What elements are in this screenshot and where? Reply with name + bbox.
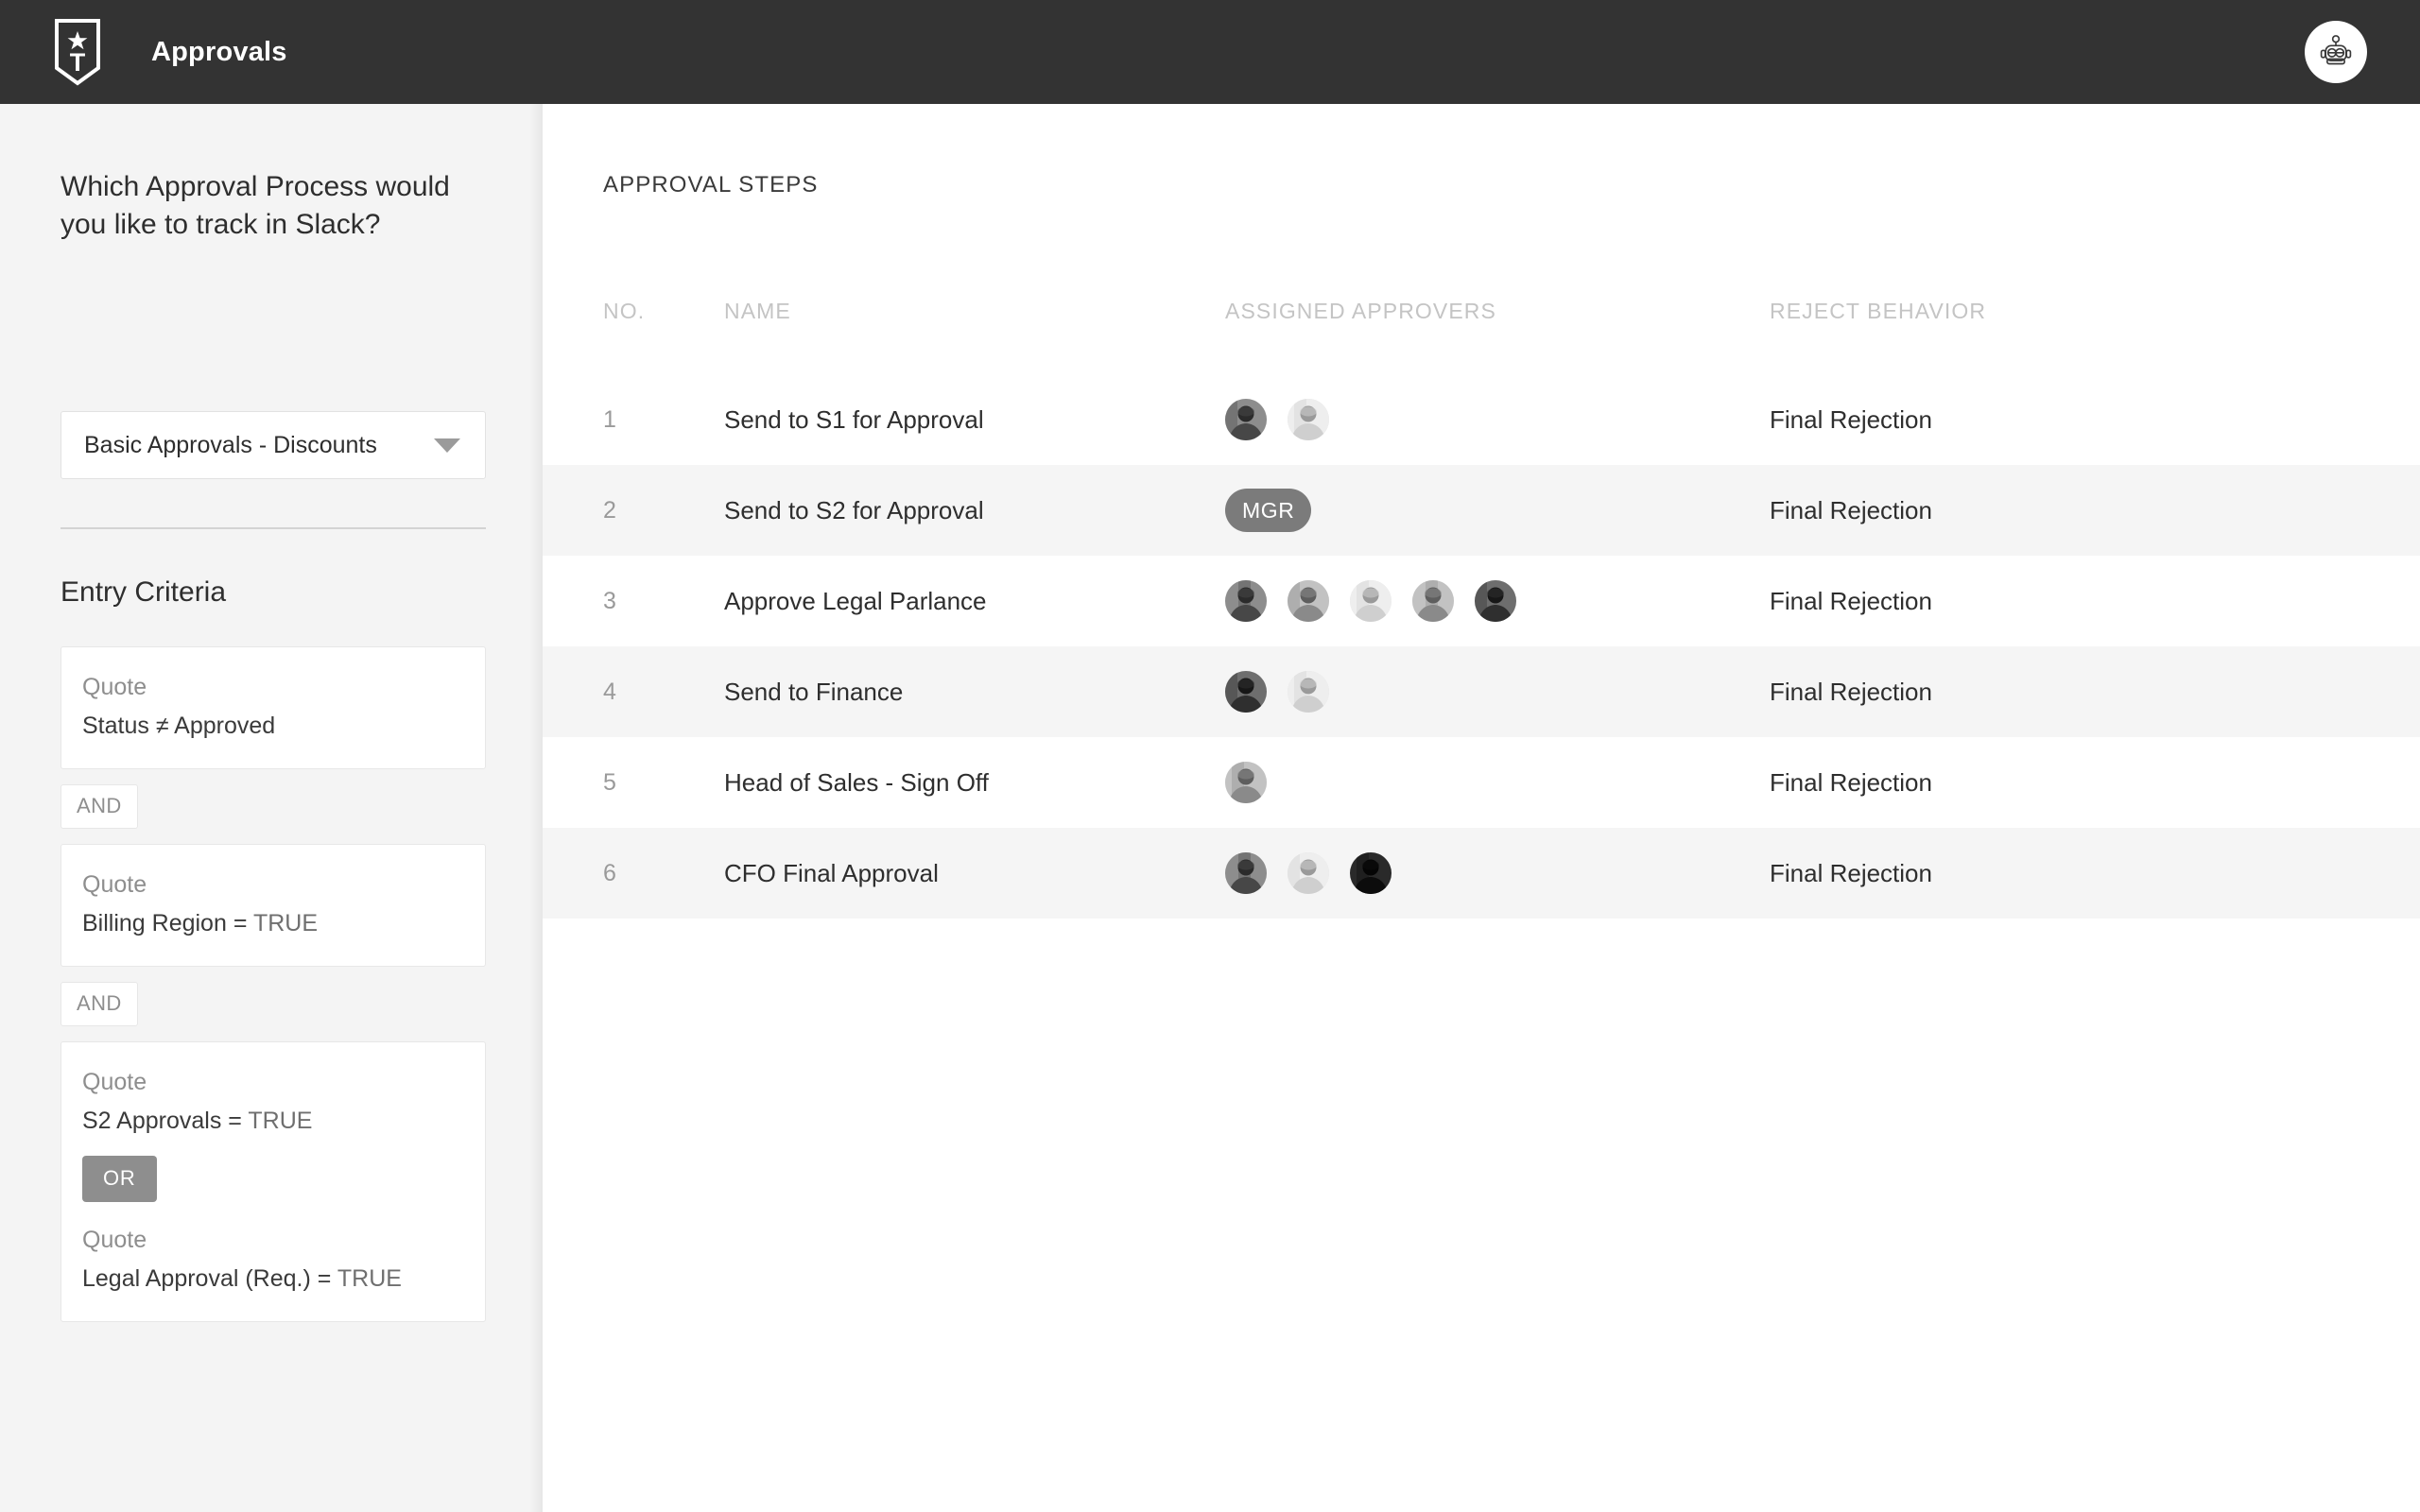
cell-step-number: 2	[603, 496, 616, 524]
criteria-connector-or[interactable]: OR	[82, 1156, 157, 1202]
cell-step-number: 5	[603, 768, 616, 796]
cell-step-name: Send to S1 for Approval	[724, 404, 984, 434]
cell-reject-behavior: Final Rejection	[1770, 858, 1932, 887]
criteria-operator: ≠	[155, 713, 169, 739]
cell-step-name: CFO Final Approval	[724, 858, 939, 887]
approval-steps-table: NO. NAME ASSIGNED APPROVERS REJECT BEHAV…	[543, 284, 2420, 919]
criteria-field: Legal Approval (Req.)	[82, 1265, 311, 1292]
cell-step-number: 4	[603, 678, 616, 705]
criteria-object-label: Quote	[82, 1227, 147, 1253]
approver-avatar[interactable]	[1225, 580, 1267, 622]
cell-assigned-approvers	[1225, 399, 1770, 440]
approver-avatar[interactable]	[1350, 852, 1392, 894]
cell-reject-behavior: Final Rejection	[1770, 677, 1932, 706]
criteria-card[interactable]: Quote Status ≠ Approved	[60, 646, 486, 769]
table-body: 1 Send to S1 for Approval Final Rejection 2…	[543, 374, 2420, 919]
shield-star-t-logo-icon: T	[53, 18, 102, 86]
cell-step-name: Send to S2 for Approval	[724, 495, 984, 524]
cell-assigned-approvers	[1225, 580, 1770, 622]
table-row[interactable]: 4 Send to Finance Final Rejection	[543, 646, 2420, 737]
criteria-field: Billing Region	[82, 910, 227, 936]
entry-criteria-title: Entry Criteria	[60, 576, 227, 608]
cell-assigned-approvers: MGR	[1225, 489, 1770, 532]
criteria-operator: =	[228, 1108, 242, 1134]
svg-text:T: T	[70, 48, 86, 77]
robot-avatar-icon[interactable]	[2305, 21, 2367, 83]
cell-assigned-approvers	[1225, 762, 1770, 803]
criteria-object-label: Quote	[82, 1069, 147, 1095]
criteria-object-label: Quote	[82, 674, 147, 700]
column-header-approvers: ASSIGNED APPROVERS	[1225, 299, 1496, 323]
cell-step-number: 1	[603, 405, 616, 433]
entry-criteria-list: Quote Status ≠ Approved AND Quote Billin…	[60, 646, 486, 1322]
approver-avatar[interactable]	[1288, 852, 1329, 894]
criteria-expression: Billing Region = TRUE	[82, 910, 464, 937]
criteria-value: TRUE	[337, 1265, 402, 1292]
approver-avatar[interactable]	[1412, 580, 1454, 622]
approver-avatar[interactable]	[1225, 399, 1267, 440]
criteria-field: S2 Approvals	[82, 1108, 222, 1134]
app-title: Approvals	[151, 36, 287, 67]
table-row[interactable]: 2 Send to S2 for Approval MGR Final Rejecti…	[543, 465, 2420, 556]
criteria-object-label: Quote	[82, 871, 147, 898]
criteria-expression: Status ≠ Approved	[82, 713, 464, 740]
cell-assigned-approvers	[1225, 671, 1770, 713]
cell-assigned-approvers	[1225, 852, 1770, 894]
column-header-name: NAME	[724, 299, 791, 323]
table-row[interactable]: 5 Head of Sales - Sign Off Final Rejection	[543, 737, 2420, 828]
cell-step-number: 6	[603, 859, 616, 886]
process-question-label: Which Approval Process would you like to…	[60, 171, 450, 240]
cell-reject-behavior: Final Rejection	[1770, 586, 1932, 615]
cell-step-name: Head of Sales - Sign Off	[724, 767, 989, 797]
column-header-reject: REJECT BEHAVIOR	[1770, 299, 1987, 323]
page-title: APPROVAL STEPS	[603, 172, 819, 198]
approver-avatar[interactable]	[1288, 671, 1329, 713]
approver-avatar[interactable]	[1350, 580, 1392, 622]
chevron-down-icon	[434, 438, 460, 453]
column-header-no: NO.	[603, 299, 646, 323]
approver-avatar[interactable]	[1288, 580, 1329, 622]
criteria-operator: =	[233, 910, 248, 936]
criteria-field: Status	[82, 713, 149, 739]
criteria-card-compound[interactable]: Quote S2 Approvals = TRUE OR Quote Legal…	[60, 1041, 486, 1322]
approver-avatar[interactable]	[1288, 399, 1329, 440]
approval-process-select[interactable]: Basic Approvals - Discounts	[60, 411, 486, 479]
approver-role-badge[interactable]: MGR	[1225, 489, 1312, 532]
top-app-bar: T Approvals	[0, 0, 2420, 104]
criteria-card[interactable]: Quote Billing Region = TRUE	[60, 844, 486, 967]
cell-reject-behavior: Final Rejection	[1770, 404, 1932, 434]
criteria-expression: S2 Approvals = TRUE	[82, 1108, 464, 1135]
criteria-operator: =	[317, 1265, 332, 1292]
cell-step-name: Approve Legal Parlance	[724, 586, 987, 615]
cell-reject-behavior: Final Rejection	[1770, 767, 1932, 797]
criteria-expression: Legal Approval (Req.) = TRUE	[82, 1265, 464, 1293]
cell-step-number: 3	[603, 587, 616, 614]
main-panel: APPROVAL STEPS NO. NAME ASSIGNED APPROVE…	[543, 104, 2420, 1512]
table-row[interactable]: 3 Approve Legal Parlance Final Rejection	[543, 556, 2420, 646]
criteria-connector-and[interactable]: AND	[60, 784, 138, 829]
criteria-value: Approved	[174, 713, 276, 739]
sidebar-panel: Which Approval Process would you like to…	[0, 104, 543, 1512]
cell-step-name: Send to Finance	[724, 677, 904, 706]
criteria-connector-and[interactable]: AND	[60, 982, 138, 1026]
table-header-row: NO. NAME ASSIGNED APPROVERS REJECT BEHAV…	[543, 284, 2420, 374]
table-row[interactable]: 6 CFO Final Approval Final Rejection	[543, 828, 2420, 919]
approver-avatar[interactable]	[1475, 580, 1516, 622]
approver-avatar[interactable]	[1225, 852, 1267, 894]
sidebar-divider	[60, 527, 486, 529]
criteria-value: TRUE	[248, 1108, 313, 1134]
approver-avatar[interactable]	[1225, 762, 1267, 803]
cell-reject-behavior: Final Rejection	[1770, 495, 1932, 524]
criteria-value: TRUE	[252, 910, 318, 936]
table-row[interactable]: 1 Send to S1 for Approval Final Rejection	[543, 374, 2420, 465]
approval-process-select-value: Basic Approvals - Discounts	[84, 431, 377, 458]
approver-avatar[interactable]	[1225, 671, 1267, 713]
